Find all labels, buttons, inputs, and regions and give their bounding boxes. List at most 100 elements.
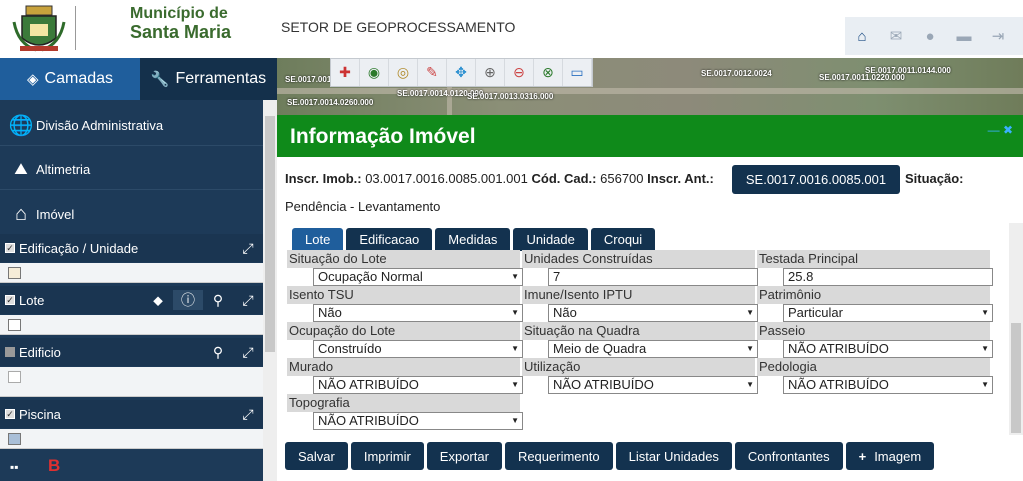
expand-icon[interactable]: ⤢ [233, 344, 263, 361]
situacao-label: Situação: [905, 171, 964, 186]
zoom-in-icon[interactable]: ⊕ [476, 59, 505, 86]
layer-edificio[interactable]: Edificio ⚲ ⤢ [0, 338, 263, 366]
tab-croqui[interactable]: Croqui [590, 228, 656, 251]
expand-icon[interactable]: ⤢ [233, 406, 263, 423]
location-icon[interactable]: ⚲ [203, 292, 233, 309]
minimize-icon[interactable]: — [988, 123, 1000, 137]
layer-checkbox[interactable]: ✓ [5, 243, 15, 253]
tab-medidas[interactable]: Medidas [435, 228, 511, 251]
tag-icon[interactable]: ⬥ [143, 292, 173, 309]
pan-icon[interactable]: ✚ [331, 59, 360, 86]
sidebar-scrollbar[interactable] [263, 100, 277, 481]
sidebar-item-divisao[interactable]: 🌐 Divisão Administrativa [0, 106, 263, 146]
field-situacao-lote: Situação do Lote Ocupação Normal ▼ [287, 250, 523, 286]
dropdown-arrow-icon: ▼ [511, 308, 519, 317]
situacao-lote-select[interactable]: Ocupação Normal ▼ [313, 268, 523, 286]
situacao-quadra-select[interactable]: Meio de Quadra ▼ [548, 340, 758, 358]
legend-swatch [8, 433, 21, 445]
email-icon[interactable]: ✉ [879, 27, 913, 45]
imprimir-button[interactable]: Imprimir [350, 442, 424, 470]
zoom-extent-icon[interactable]: ◎ [389, 59, 418, 86]
utilizacao-select[interactable]: NÃO ATRIBUÍDO ▼ [548, 376, 758, 394]
field-label: Utilização [522, 358, 755, 376]
cod-cad-value: 656700 [600, 171, 644, 186]
expand-icon[interactable]: ⤢ [233, 292, 263, 309]
field-label: Passeio [757, 322, 990, 340]
field-unidades-construidas: Unidades Construídas 7 [522, 250, 758, 286]
salvar-button[interactable]: Salvar [285, 442, 348, 470]
zoom-cancel-icon[interactable]: ⊗ [534, 59, 563, 86]
pedologia-select[interactable]: NÃO ATRIBUÍDO ▼ [783, 376, 993, 394]
imagem-button[interactable]: + Imagem [845, 442, 935, 470]
map-lot-label: SE.0017.0014.0260.000 [287, 98, 374, 107]
murado-select[interactable]: NÃO ATRIBUÍDO ▼ [313, 376, 523, 394]
tab-ferramentas[interactable]: 🔧 Ferramentas [140, 58, 277, 100]
sidebar-item-label: Imóvel [36, 206, 75, 222]
layer-piscina[interactable]: ✓ Piscina ⤢ [0, 400, 263, 428]
move-icon[interactable]: ✥ [447, 59, 476, 86]
field-murado: Murado NÃO ATRIBUÍDO ▼ [287, 358, 523, 394]
map-road [277, 88, 1023, 94]
sidebar-item-imovel[interactable]: ⌂ Imóvel [0, 194, 263, 234]
video-icon[interactable]: ▬ [947, 28, 981, 45]
modal-title: Informação Imóvel [290, 125, 476, 148]
layer-label: Edificação / Unidade [19, 240, 139, 256]
requerimento-button[interactable]: Requerimento [504, 442, 613, 470]
b-icon[interactable]: B [48, 456, 60, 476]
property-info-modal: Informação Imóvel — ✖ Inscr. Imob.: 03.0… [277, 115, 1023, 481]
mountain-icon: ⛰ [14, 160, 28, 178]
unidades-construidas-input[interactable]: 7 [548, 268, 758, 286]
inscr-ant-button[interactable]: SE.0017.0016.0085.001 [732, 165, 900, 194]
expand-icon[interactable]: ⤢ [233, 240, 263, 257]
globe-icon[interactable]: ◉ [360, 59, 389, 86]
imagem-label: Imagem [874, 448, 922, 464]
monitor-icon[interactable]: ▭ [563, 59, 592, 86]
pencil-icon[interactable]: ✎ [418, 59, 447, 86]
dropdown-arrow-icon: ▼ [981, 380, 989, 389]
topografia-select[interactable]: NÃO ATRIBUÍDO ▼ [313, 412, 523, 430]
info-icon[interactable]: ⓘ [173, 290, 203, 310]
layer-checkbox[interactable]: ✓ [5, 409, 15, 419]
testada-principal-input[interactable]: 25.8 [783, 268, 993, 286]
listar-unidades-button[interactable]: Listar Unidades [615, 442, 732, 470]
imune-iptu-select[interactable]: Não ▼ [548, 304, 758, 322]
zoom-out-icon[interactable]: ⊖ [505, 59, 534, 86]
layer-legend [0, 367, 263, 397]
layer-edificacao[interactable]: ✓ Edificação / Unidade ⤢ [0, 234, 263, 262]
legend-swatch [8, 267, 21, 279]
layer-checkbox[interactable] [5, 347, 15, 357]
isento-tsu-select[interactable]: Não ▼ [313, 304, 523, 322]
scrollbar-thumb[interactable] [1011, 323, 1021, 433]
tab-unidade[interactable]: Unidade [513, 228, 588, 251]
tab-camadas[interactable]: ◈ Camadas [0, 58, 140, 100]
passeio-select[interactable]: NÃO ATRIBUÍDO ▼ [783, 340, 993, 358]
map-lot-label: SE.0017.0012.0024 [701, 69, 772, 78]
field-utilizacao: Utilização NÃO ATRIBUÍDO ▼ [522, 358, 758, 394]
field-value: 7 [553, 269, 561, 284]
field-value: Particular [788, 305, 843, 320]
scrollbar-thumb[interactable] [265, 116, 275, 352]
location-icon[interactable]: ⚲ [203, 344, 233, 361]
home-icon[interactable]: ⌂ [845, 28, 879, 45]
ocupacao-lote-select[interactable]: Construído ▼ [313, 340, 523, 358]
close-icon[interactable]: ✖ [1003, 123, 1013, 137]
map-view[interactable]: SE.0017.001 SE.0017.0014.0120.000 SE.001… [277, 58, 1023, 115]
sidebar-footer: ▪▪ B [0, 456, 263, 481]
user-icon[interactable]: ● [913, 28, 947, 45]
exportar-button[interactable]: Exportar [426, 442, 502, 470]
logout-icon[interactable]: ⇥ [981, 27, 1015, 45]
map-lot-label: SE.0017.0013.0316.000 [467, 92, 554, 101]
confrontantes-button[interactable]: Confrontantes [734, 442, 843, 470]
layer-lote[interactable]: ✓ Lote ⬥ ⓘ ⚲ ⤢ [0, 286, 263, 314]
sidebar-item-label: Divisão Administrativa [36, 118, 164, 133]
sidebar-item-altimetria[interactable]: ⛰ Altimetria [0, 150, 263, 190]
dropdown-arrow-icon: ▼ [746, 308, 754, 317]
tab-edificacao[interactable]: Edificacao [346, 228, 433, 251]
layer-checkbox[interactable]: ✓ [5, 295, 15, 305]
dropdown-arrow-icon: ▼ [746, 344, 754, 353]
patrimonio-select[interactable]: Particular ▼ [783, 304, 993, 322]
form-scrollbar[interactable] [1009, 223, 1023, 435]
field-label: Unidades Construídas [522, 250, 755, 268]
tab-lote[interactable]: Lote [292, 228, 344, 251]
pendencia-status: Pendência - Levantamento [285, 199, 441, 214]
